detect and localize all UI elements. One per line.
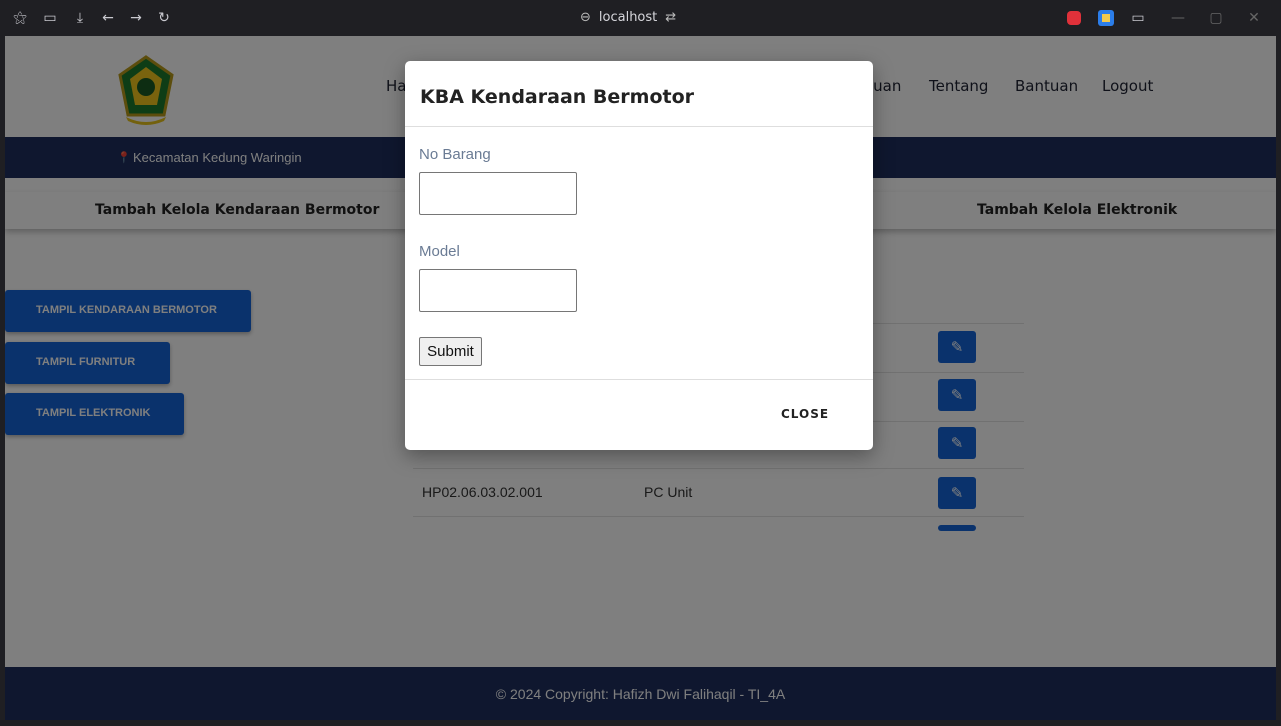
browser-toolbar: ⚝ ▭ ⤓ ← → ↻ ⊖ localhost ⇄ ▭ — ▢ ✕ xyxy=(0,0,1281,36)
close-button[interactable]: CLOSE xyxy=(781,407,829,421)
sidebar-icon[interactable]: ▭ xyxy=(42,10,58,26)
model-input[interactable] xyxy=(419,269,577,312)
modal-title: KBA Kendaraan Bermotor xyxy=(420,86,694,108)
reload-icon[interactable]: ↻ xyxy=(156,10,172,26)
download-extension-icon[interactable] xyxy=(1098,10,1114,26)
model-label: Model xyxy=(419,243,460,260)
link-icon: ⊖ xyxy=(580,10,591,25)
no-barang-label: No Barang xyxy=(419,146,491,163)
submit-button[interactable]: Submit xyxy=(419,337,482,366)
forward-icon[interactable]: → xyxy=(128,10,144,26)
address-bar[interactable]: ⊖ localhost ⇄ xyxy=(580,10,676,25)
shield-extension-icon[interactable] xyxy=(1067,11,1081,25)
modal-footer-divider xyxy=(405,379,873,380)
split-view-icon[interactable]: ▭ xyxy=(1130,10,1146,26)
kba-modal: KBA Kendaraan Bermotor No Barang Model S… xyxy=(405,61,873,450)
page-viewport: Ha luan Tentang Bantuan Logout 📍 Kecamat… xyxy=(5,36,1276,720)
modal-header-divider xyxy=(405,126,873,127)
site-settings-icon[interactable]: ⇄ xyxy=(665,10,676,25)
extensions-icon[interactable]: ⚝ xyxy=(12,10,28,26)
maximize-icon[interactable]: ▢ xyxy=(1208,10,1224,26)
close-window-icon[interactable]: ✕ xyxy=(1246,10,1262,26)
back-icon[interactable]: ← xyxy=(100,10,116,26)
url-text: localhost xyxy=(598,10,658,25)
no-barang-input[interactable] xyxy=(419,172,577,215)
minimize-icon[interactable]: — xyxy=(1170,10,1186,26)
download-icon[interactable]: ⤓ xyxy=(72,10,88,26)
